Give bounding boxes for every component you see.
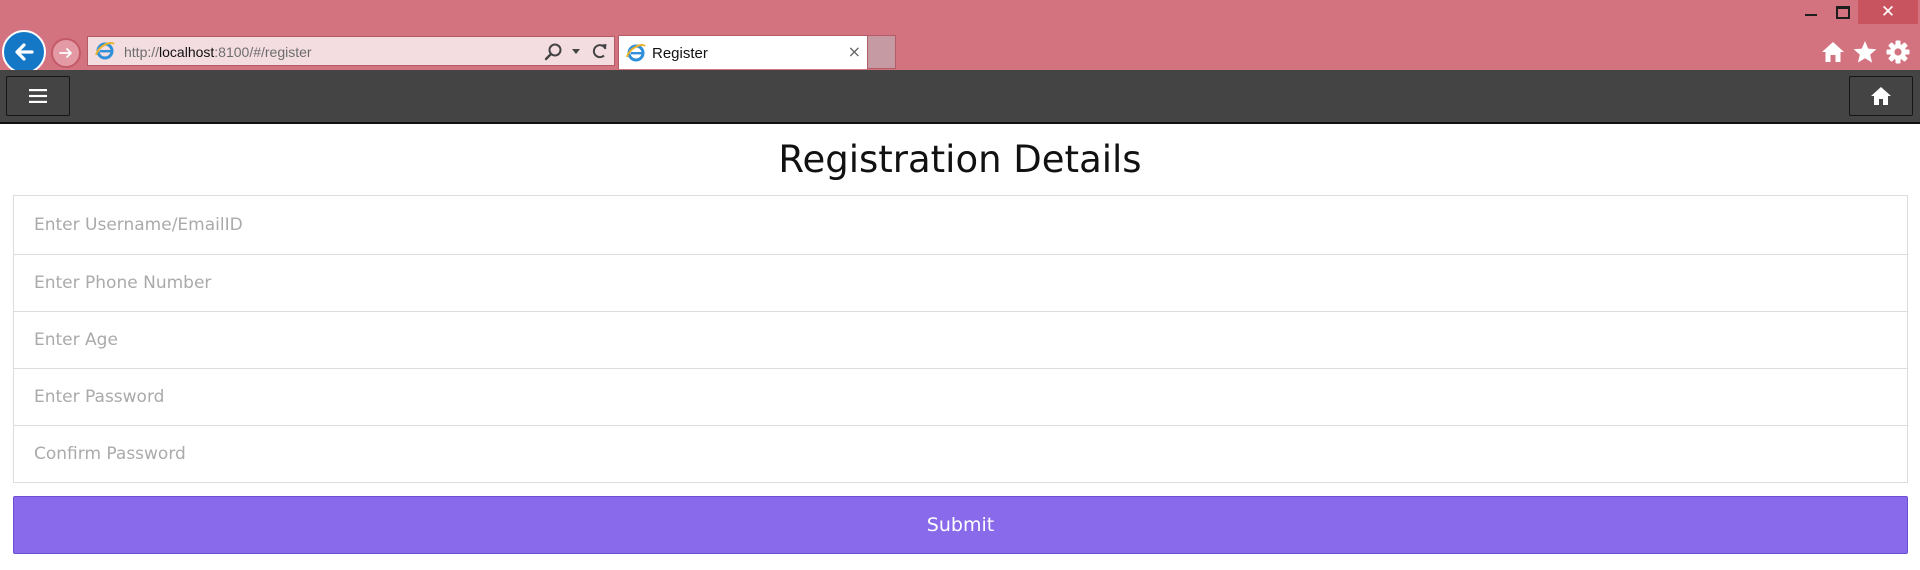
- forward-button[interactable]: [51, 38, 81, 68]
- password-input[interactable]: [14, 369, 1907, 425]
- back-arrow-icon: [15, 43, 34, 61]
- search-icon[interactable]: [544, 42, 564, 62]
- ie-logo-icon: [95, 42, 115, 60]
- address-url[interactable]: http://localhost:8100/#/register: [124, 44, 312, 60]
- maximize-icon: [1836, 5, 1850, 19]
- page-title: Registration Details: [778, 138, 1142, 181]
- submit-button[interactable]: Submit: [13, 496, 1908, 554]
- form-row-age: [14, 311, 1907, 368]
- new-tab-button[interactable]: [868, 35, 896, 69]
- form-row-confirm-password: [14, 425, 1907, 482]
- maximize-button[interactable]: [1826, 0, 1860, 24]
- star-icon[interactable]: [1852, 39, 1878, 65]
- home-icon: [1871, 87, 1891, 105]
- age-input[interactable]: [14, 312, 1907, 368]
- form-row-password: [14, 368, 1907, 425]
- browser-chrome: ✕ http://localhost:8100/#/register Regis…: [0, 0, 1920, 74]
- form-row-username: [14, 196, 1907, 254]
- home-icon[interactable]: [1820, 39, 1846, 65]
- phone-number-input[interactable]: [14, 255, 1907, 311]
- hamburger-menu-icon: [29, 89, 47, 103]
- close-window-button[interactable]: ✕: [1858, 0, 1918, 24]
- registration-form: [13, 195, 1908, 483]
- back-button[interactable]: [2, 30, 46, 74]
- username-email-input[interactable]: [14, 196, 1907, 254]
- home-button[interactable]: [1849, 76, 1913, 116]
- ie-logo-icon: [626, 44, 646, 62]
- tab-close-icon[interactable]: ×: [848, 42, 861, 61]
- tab-register[interactable]: Register ×: [618, 35, 868, 69]
- form-row-phone: [14, 254, 1907, 311]
- menu-button[interactable]: [6, 76, 70, 116]
- tab-title: Register: [652, 45, 708, 62]
- minimize-icon: [1805, 14, 1817, 16]
- confirm-password-input[interactable]: [14, 426, 1907, 482]
- address-bar[interactable]: http://localhost:8100/#/register: [87, 36, 615, 66]
- forward-arrow-icon: [59, 48, 72, 58]
- minimize-button[interactable]: [1794, 0, 1828, 24]
- chevron-down-icon[interactable]: [572, 49, 580, 54]
- gear-icon[interactable]: [1885, 39, 1911, 65]
- refresh-icon[interactable]: [590, 41, 610, 61]
- app-header: [0, 70, 1920, 124]
